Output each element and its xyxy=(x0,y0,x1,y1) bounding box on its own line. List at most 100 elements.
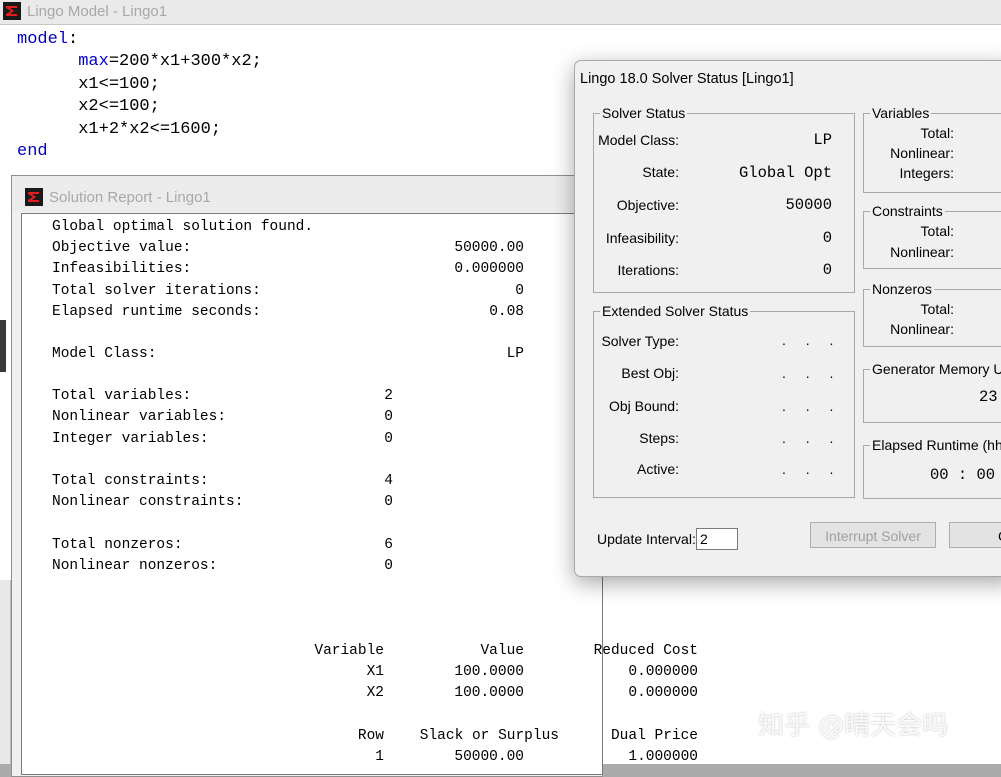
report-model-class-line: Model Class: LP xyxy=(52,344,524,364)
report-count-line: Total variables: 2 xyxy=(52,386,393,406)
obj-bound-value: . . . xyxy=(782,398,842,414)
report-status-line: Infeasibilities: 0.000000 xyxy=(52,259,524,279)
lingo-app-icon xyxy=(25,188,43,206)
solver-dialog-title: Lingo 18.0 Solver Status [Lingo1] xyxy=(580,71,794,87)
code-text: x1<=100; xyxy=(17,74,160,94)
table-cell: 0.000000 xyxy=(628,685,698,701)
infeasibility-value: 0 xyxy=(822,229,832,247)
iterations-value: 0 xyxy=(822,261,832,279)
model-class-label: Model Class: xyxy=(598,132,679,148)
report-value: 4 xyxy=(384,473,393,489)
code-line: x1<=100; xyxy=(17,75,160,94)
report-count-line: Nonlinear constraints: 0 xyxy=(52,492,393,512)
variables-integers-label: Integers: xyxy=(899,165,954,181)
solver-type-label: Solver Type: xyxy=(601,333,679,349)
solution-report-body[interactable]: Global optimal solution found. Objective … xyxy=(21,213,698,775)
solution-window-title: Solution Report - Lingo1 xyxy=(49,189,211,206)
objective-value: 50000 xyxy=(785,196,832,214)
variables-group: Variables Total: Nonlinear: Integers: xyxy=(863,105,1001,193)
code-text: x2<=100; xyxy=(17,97,160,117)
solver-status-dialog: Lingo 18.0 Solver Status [Lingo1] Solver… xyxy=(574,60,1001,577)
table-header-cell: Dual Price xyxy=(610,728,698,744)
report-status-line: Objective value: 50000.00 xyxy=(52,238,524,258)
update-interval-input[interactable]: 2 xyxy=(696,528,738,550)
report-status-line: Elapsed runtime seconds: 0.08 xyxy=(52,302,524,322)
active-value: . . . xyxy=(782,461,842,477)
report-count-line: Total nonzeros: 6 xyxy=(52,535,393,555)
code-keyword: model xyxy=(17,30,69,49)
code-keyword: end xyxy=(17,142,48,162)
report-value: 2 xyxy=(384,388,393,404)
report-label: Global optimal solution found. xyxy=(52,219,314,235)
report-value: 0 xyxy=(384,409,393,425)
report-value: 0.08 xyxy=(489,303,524,320)
constraints-group-label: Constraints xyxy=(870,203,945,219)
best-obj-value: . . . xyxy=(782,365,842,381)
solver-status-group-label: Solver Status xyxy=(600,105,688,121)
best-obj-label: Best Obj: xyxy=(621,365,679,381)
generator-memory-value: 23 xyxy=(979,388,998,406)
objective-label: Objective: xyxy=(616,197,679,213)
table-cell: 1.000000 xyxy=(628,749,698,765)
state-label: State: xyxy=(642,164,679,180)
code-text: =200*x1+300*x2; xyxy=(108,52,262,72)
code-keyword: max xyxy=(78,52,109,72)
report-count-line: Integer variables: 0 xyxy=(52,429,393,449)
close-button[interactable]: C xyxy=(949,522,1001,548)
nonzeros-total-label: Total: xyxy=(920,301,954,317)
report-value: LP xyxy=(506,346,524,362)
report-count-line: Total constraints: 4 xyxy=(52,471,393,491)
zhihu-watermark: 知乎 @晴天会吗 xyxy=(758,711,949,741)
solver-status-group: Solver Status Model Class: LP State: Glo… xyxy=(593,105,855,293)
model-code-editor[interactable]: model: max=200*x1+300*x2; x1<=100; x2<=1… xyxy=(17,29,262,163)
table-cell: 0.000000 xyxy=(628,664,698,680)
code-line: max=200*x1+300*x2; xyxy=(17,52,262,71)
variables-group-label: Variables xyxy=(870,105,932,121)
steps-label: Steps: xyxy=(639,430,679,446)
generator-memory-group: Generator Memory Us 23 xyxy=(863,361,1001,423)
report-value: 6 xyxy=(384,537,393,553)
extended-status-group-label: Extended Solver Status xyxy=(600,303,751,319)
code-text: : xyxy=(68,30,79,49)
constraints-group: Constraints Total: Nonlinear: xyxy=(863,203,1001,269)
left-edge-handle xyxy=(0,320,6,372)
extended-status-group: Extended Solver Status Solver Type: . . … xyxy=(593,303,855,498)
report-value: 0.000000 xyxy=(454,261,524,278)
obj-bound-label: Obj Bound: xyxy=(608,398,679,414)
variables-total-label: Total: xyxy=(920,125,954,141)
infeasibility-label: Infeasibility: xyxy=(605,230,679,246)
state-value: Global Opt xyxy=(738,164,832,182)
model-window-titlebar[interactable]: Lingo Model - Lingo1 xyxy=(0,0,1001,25)
solution-window-titlebar[interactable]: Solution Report - Lingo1 xyxy=(12,176,602,212)
nonzeros-group-label: Nonzeros xyxy=(870,281,934,297)
report-value: 50000.00 xyxy=(454,240,524,257)
report-value: 0 xyxy=(384,431,393,447)
active-label: Active: xyxy=(636,461,679,477)
nonzeros-group: Nonzeros Total: Nonlinear: xyxy=(863,281,1001,347)
table-header-cell: Reduced Cost xyxy=(593,643,698,659)
report-value: 0 xyxy=(384,494,393,510)
code-line: model: xyxy=(17,30,78,49)
solver-type-value: . . . xyxy=(782,332,842,348)
constraints-total-label: Total: xyxy=(920,223,954,239)
model-class-value: LP xyxy=(813,131,832,149)
interrupt-solver-button[interactable]: Interrupt Solver xyxy=(810,522,936,548)
nonzeros-nonlinear-label: Nonlinear: xyxy=(890,321,954,337)
elapsed-runtime-group: Elapsed Runtime (hh: 00 : 00 : 0 xyxy=(863,437,1001,499)
generator-memory-group-label: Generator Memory Us xyxy=(870,361,1001,377)
code-line: end xyxy=(17,142,48,161)
report-status-line: Global optimal solution found. xyxy=(52,217,313,237)
elapsed-runtime-group-label: Elapsed Runtime (hh: xyxy=(870,437,1001,453)
report-status-line: Total solver iterations: 0 xyxy=(52,281,524,301)
steps-value: . . . xyxy=(782,430,842,446)
model-window-title: Lingo Model - Lingo1 xyxy=(27,3,168,20)
report-value: 0 xyxy=(384,558,393,574)
code-line: x2<=100; xyxy=(17,97,160,116)
variables-nonlinear-label: Nonlinear: xyxy=(890,145,954,161)
solution-report-window: Solution Report - Lingo1 Global optimal … xyxy=(11,175,698,777)
iterations-label: Iterations: xyxy=(617,262,679,278)
constraints-nonlinear-label: Nonlinear: xyxy=(890,244,954,260)
report-count-line: Nonlinear variables: 0 xyxy=(52,407,393,427)
report-value: 0 xyxy=(515,282,524,299)
